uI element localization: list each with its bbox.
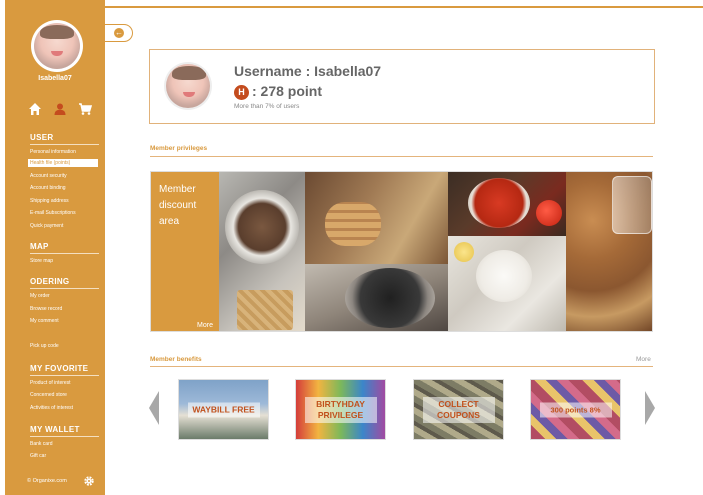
benefit-label: 300 points 8%	[539, 402, 612, 417]
profile-points: H: 278 point	[234, 83, 322, 100]
sidebar-item-activities-of-interest[interactable]: Activities of interest	[30, 405, 73, 411]
sidebar-icon-bar	[28, 102, 98, 118]
section-title-my-favorite: MY FOVORITE	[30, 364, 89, 373]
benefit-card-points-discount[interactable]: 300 points 8%	[530, 379, 621, 440]
avatar-image	[34, 23, 80, 69]
home-icon[interactable]	[28, 102, 42, 116]
divider	[30, 288, 99, 289]
benefit-label: BIRTYHDAY PRIVILEGE	[304, 396, 377, 423]
sidebar-item-concerned-store[interactable]: Concerned store	[30, 392, 67, 398]
sidebar-item-quick-payment[interactable]: Quick payment	[30, 223, 63, 229]
yogurt-shape	[476, 250, 532, 302]
carousel-prev-arrow-icon[interactable]	[149, 391, 159, 425]
sidebar-item-my-comment[interactable]: My comment	[30, 318, 59, 324]
discount-panel-title: Member discount area	[159, 184, 197, 227]
sidebar-item-bank-card[interactable]: Bank card	[30, 441, 53, 447]
discount-more-link[interactable]: More	[197, 322, 213, 329]
user-icon[interactable]	[53, 102, 67, 116]
divider	[30, 436, 99, 437]
pecan-bowl-image[interactable]	[219, 172, 305, 331]
benefit-card-collect-coupons[interactable]: COLLECT COUPONS	[413, 379, 504, 440]
tomato-shape	[536, 200, 562, 226]
carousel-next-arrow-icon[interactable]	[645, 391, 655, 425]
sidebar-avatar[interactable]	[31, 20, 83, 72]
profile-avatar	[164, 62, 212, 110]
cracker-shape	[237, 290, 293, 330]
bowl-shape	[225, 190, 299, 264]
sidebar-item-account-security[interactable]: Account security	[30, 173, 67, 179]
sidebar-item-product-of-interest[interactable]: Product of interest	[30, 380, 71, 386]
sidebar-item-store-map[interactable]: Store map	[30, 258, 53, 264]
divider	[150, 156, 653, 157]
benefit-card-waybill-free[interactable]: WAYBILL FREE	[178, 379, 269, 440]
divider	[30, 253, 99, 254]
member-benefits-label: Member benefits	[150, 356, 202, 363]
sidebar-item-health-file[interactable]: Health file (points)	[28, 159, 98, 167]
section-title-ordering: ODERING	[30, 277, 70, 286]
member-privileges-label: Member privileges	[150, 145, 208, 152]
pan-shape	[345, 268, 435, 328]
sauce-shape	[468, 178, 530, 228]
mixed-nuts-image[interactable]	[566, 172, 652, 331]
avatar-image	[166, 64, 210, 108]
sidebar-item-email-subscriptions[interactable]: E-mail Subscriptions	[30, 210, 76, 216]
cookies-image[interactable]	[305, 172, 448, 264]
sidebar-item-my-order[interactable]: My order	[30, 293, 50, 299]
discount-panel[interactable]: Member discount area More	[151, 172, 219, 331]
sidebar-footer: © Organixe.com	[27, 478, 67, 484]
section-title-user: USER	[30, 133, 54, 142]
benefit-label: WAYBILL FREE	[187, 402, 260, 417]
sidebar-item-gift-card[interactable]: Gift car	[30, 453, 46, 459]
profile-username: Username : Isabella07	[234, 63, 382, 79]
sidebar-username: Isabella07	[38, 75, 72, 82]
profile-card: Username : Isabella07 H: 278 point More …	[149, 49, 655, 124]
cart-icon[interactable]	[78, 102, 92, 116]
divider	[30, 375, 99, 376]
gear-icon[interactable]	[83, 475, 95, 487]
points-value: : 278 point	[252, 83, 323, 99]
benefits-more-link[interactable]: More	[636, 356, 651, 363]
sidebar: Isabella07 USER Personal information Hea…	[5, 0, 105, 495]
h-badge-icon: H	[234, 85, 249, 100]
lemon-shape	[454, 242, 474, 262]
section-title-my-wallet: MY WALLET	[30, 425, 80, 434]
divider	[30, 144, 99, 145]
sidebar-item-pick-up-code[interactable]: Pick up code	[30, 343, 59, 349]
top-accent-line	[105, 6, 703, 8]
yogurt-image[interactable]	[448, 236, 566, 331]
tomato-sauce-image[interactable]	[448, 172, 566, 236]
cookies-shape	[325, 202, 381, 246]
profile-rank-note: More than 7% of users	[234, 103, 300, 110]
benefit-label: COLLECT COUPONS	[422, 396, 495, 423]
sidebar-item-shipping-address[interactable]: Shipping address	[30, 198, 69, 204]
member-discount-area[interactable]: Member discount area More	[150, 171, 653, 332]
sidebar-item-personal-information[interactable]: Personal information	[30, 149, 76, 155]
arrow-left-icon: ←	[114, 28, 124, 38]
section-title-map: MAP	[30, 242, 49, 251]
benefit-card-birthday-privilege[interactable]: BIRTYHDAY PRIVILEGE	[295, 379, 386, 440]
jar-shape	[612, 176, 652, 234]
pan-image[interactable]	[305, 264, 448, 331]
collapse-sidebar-button[interactable]: ←	[105, 24, 133, 42]
divider	[150, 366, 653, 367]
sidebar-item-account-binding[interactable]: Account binding	[30, 185, 66, 191]
sidebar-item-browse-record[interactable]: Browse record	[30, 306, 62, 312]
